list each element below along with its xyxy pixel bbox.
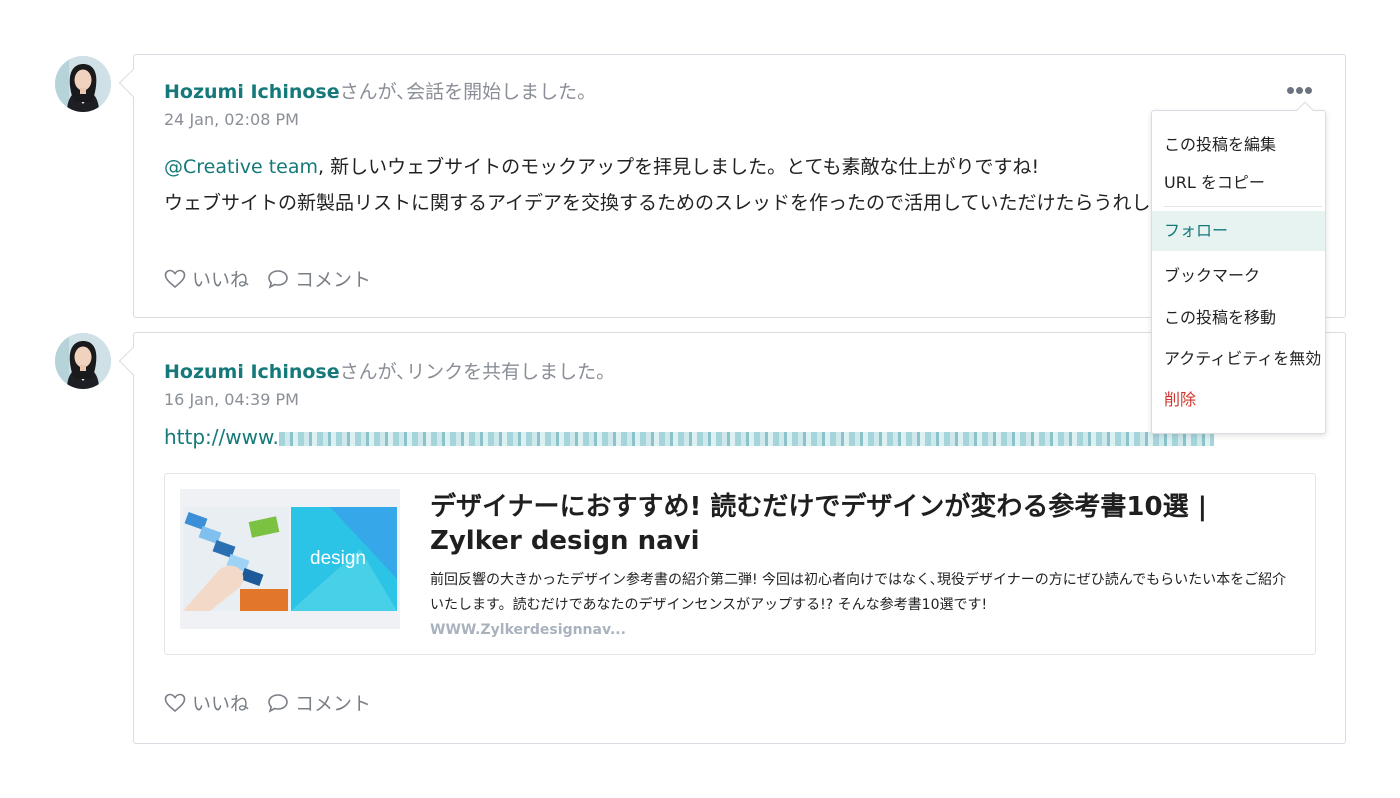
- menu-item-follow[interactable]: フォロー: [1152, 211, 1325, 251]
- feed: Hozumi Ichinoseさんが､会話を開始しました。 24 Jan, 02…: [0, 0, 1400, 798]
- menu-item-disable-activity[interactable]: アクティビティを無効: [1152, 339, 1325, 379]
- menu-item-bookmark[interactable]: ブックマーク: [1152, 256, 1325, 296]
- post-action-text: さんが､会話を開始しました。: [339, 81, 597, 103]
- post-body: @Creative team, 新しいウェブサイトのモックアップを拝見しました。…: [164, 149, 1304, 221]
- reaction-bar: いいね コメント: [164, 265, 371, 292]
- post-header: Hozumi Ichinoseさんが､リンクを共有しました。: [164, 357, 615, 384]
- preview-url[interactable]: WWW.Zylkerdesignnav...: [430, 622, 626, 638]
- post-header: Hozumi Ichinoseさんが､会話を開始しました。: [164, 77, 596, 104]
- more-icon: [1287, 87, 1294, 94]
- avatar[interactable]: [55, 333, 111, 389]
- avatar[interactable]: [55, 56, 111, 112]
- comment-label: コメント: [295, 269, 372, 291]
- avatar-image: [55, 333, 111, 389]
- menu-divider: [1164, 206, 1322, 207]
- preview-thumbnail: design: [180, 489, 400, 629]
- post-options-menu: この投稿を編集 URL をコピー フォロー ブックマーク この投稿を移動 アクテ…: [1151, 101, 1326, 434]
- shared-link[interactable]: http://www.: [164, 425, 1214, 449]
- reaction-bar: いいね コメント: [164, 689, 371, 716]
- comment-icon: [268, 269, 288, 289]
- like-button[interactable]: いいね: [164, 265, 249, 292]
- comment-label: コメント: [295, 693, 372, 715]
- like-label: いいね: [192, 269, 250, 291]
- thumbnail-label: design: [310, 548, 366, 569]
- comment-icon: [268, 693, 288, 713]
- post-text-line: ウェブサイトの新製品リストに関するアイデアを交換するためのスレッドを作ったので活…: [164, 192, 1225, 214]
- post-text-line: , 新しいウェブサイトのモックアップを拝見しました。とても素敵な仕上がりですね!: [318, 156, 1040, 178]
- comment-button[interactable]: コメント: [267, 689, 371, 716]
- like-label: いいね: [192, 693, 250, 715]
- preview-title[interactable]: デザイナーにおすすめ! 読むだけでデザインが変わる参考書10選 | Zylker…: [430, 490, 1290, 558]
- author-name[interactable]: Hozumi Ichinose: [164, 361, 340, 383]
- post-timestamp: 16 Jan, 04:39 PM: [164, 390, 299, 409]
- mention-link[interactable]: @Creative team: [164, 156, 318, 178]
- post-action-text: さんが､リンクを共有しました。: [339, 361, 616, 383]
- menu-item-edit-post[interactable]: この投稿を編集: [1152, 125, 1325, 165]
- menu-item-move-post[interactable]: この投稿を移動: [1152, 298, 1325, 338]
- more-options-button[interactable]: [1287, 85, 1313, 95]
- menu-item-delete[interactable]: 削除: [1152, 380, 1325, 420]
- heart-icon: [164, 269, 186, 288]
- preview-description: 前回反響の大きかったデザイン参考書の紹介第二弾! 今回は初心者向けではなく､現役…: [430, 572, 1287, 613]
- link-prefix: http://www.: [164, 425, 279, 449]
- post-timestamp: 24 Jan, 02:08 PM: [164, 110, 299, 129]
- thumbnail-image: design: [180, 489, 400, 629]
- comment-button[interactable]: コメント: [267, 265, 371, 292]
- heart-icon: [164, 693, 186, 712]
- blurred-url: [278, 431, 1214, 446]
- avatar-image: [55, 56, 111, 112]
- like-button[interactable]: いいね: [164, 689, 249, 716]
- menu-item-copy-url[interactable]: URL をコピー: [1152, 163, 1325, 203]
- link-preview-card[interactable]: design デザイナーにおすすめ! 読むだけでデザインが変わる参考書10選 |…: [164, 473, 1316, 655]
- author-name[interactable]: Hozumi Ichinose: [164, 81, 340, 103]
